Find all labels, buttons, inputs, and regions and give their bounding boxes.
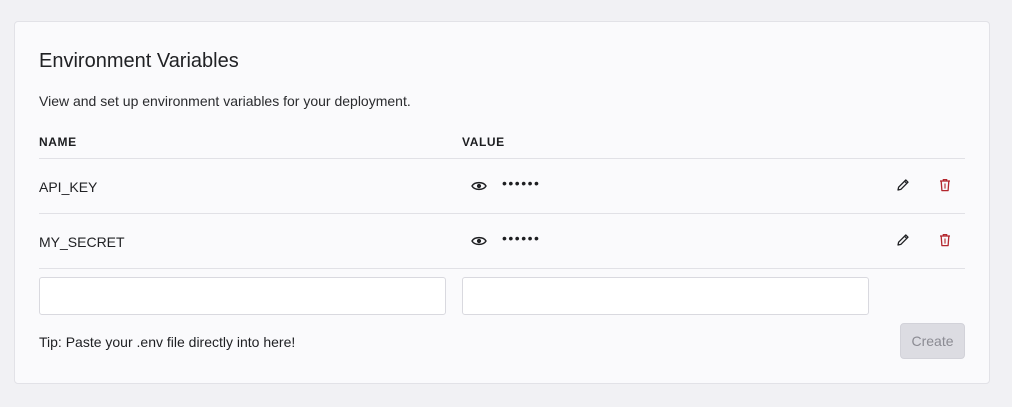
masked-value: •••••• <box>502 230 541 246</box>
create-button[interactable]: Create <box>900 323 965 359</box>
panel-description: View and set up environment variables fo… <box>39 93 411 109</box>
panel-title: Environment Variables <box>39 50 239 72</box>
eye-icon[interactable] <box>471 179 487 193</box>
variable-name: API_KEY <box>39 179 98 195</box>
trash-icon[interactable] <box>939 178 951 192</box>
masked-value: •••••• <box>502 175 541 191</box>
row-divider <box>39 268 965 269</box>
pencil-icon[interactable] <box>896 178 910 192</box>
new-variable-value-input[interactable] <box>462 277 869 315</box>
new-variable-name-input[interactable] <box>39 277 446 315</box>
table-row: API_KEY •••••• <box>39 159 965 213</box>
pencil-icon[interactable] <box>896 233 910 247</box>
trash-icon[interactable] <box>939 233 951 247</box>
column-header-name: NAME <box>39 135 77 149</box>
table-row: MY_SECRET •••••• <box>39 214 965 268</box>
variable-name: MY_SECRET <box>39 234 125 250</box>
column-header-value: VALUE <box>462 135 505 149</box>
paste-env-tip: Tip: Paste your .env file directly into … <box>39 334 296 350</box>
eye-icon[interactable] <box>471 234 487 248</box>
environment-variables-panel: Environment Variables View and set up en… <box>14 21 990 384</box>
